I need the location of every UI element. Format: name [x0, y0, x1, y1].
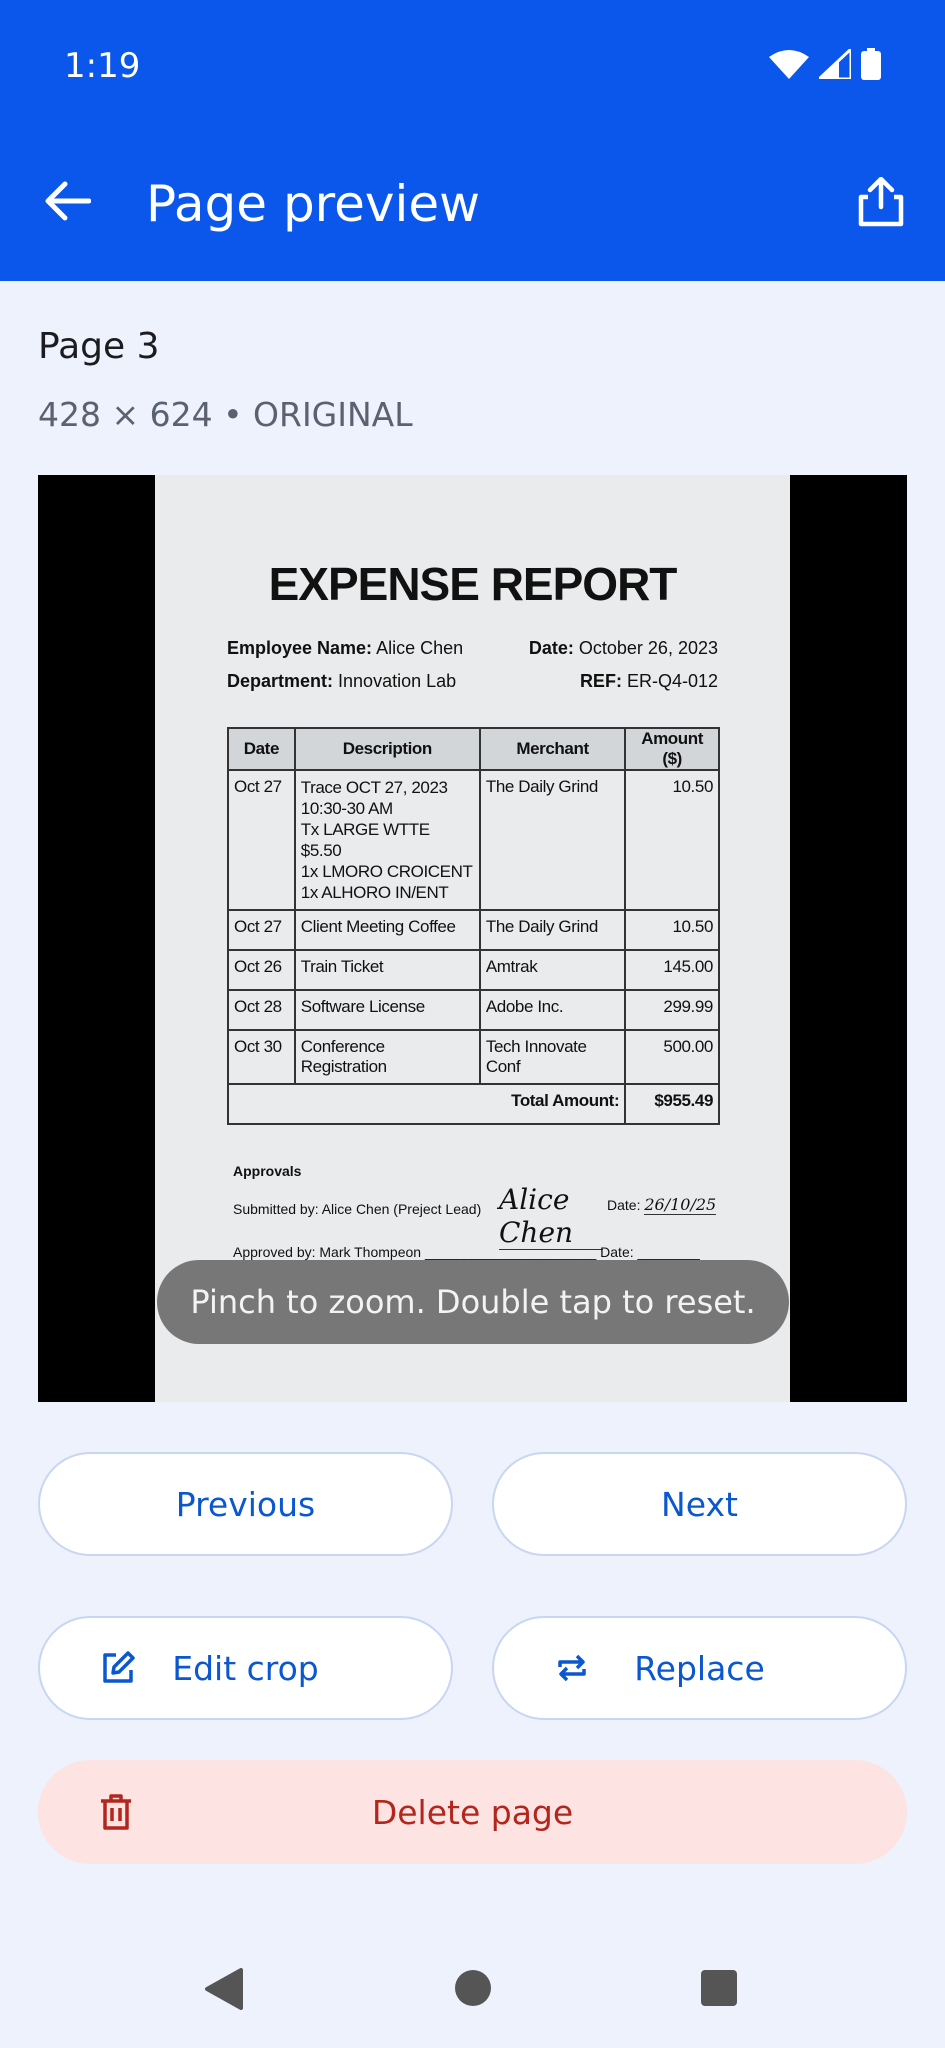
arrow-left-icon — [45, 181, 91, 221]
doc-ref: REF: ER-Q4-012 — [579, 671, 718, 691]
cell-merchant: Adobe Inc. — [478, 989, 627, 1031]
cell-date: Oct 30 — [227, 1029, 296, 1085]
table-header: Date — [227, 727, 296, 771]
table-header: Amount ($) — [624, 727, 720, 771]
cell-amount: 10.50 — [624, 769, 720, 911]
table-header-row: Date Description Merchant Amount ($) — [227, 727, 720, 771]
cell-description: Software License — [293, 989, 481, 1031]
share-button[interactable] — [851, 172, 911, 232]
next-button[interactable]: Next — [492, 1452, 907, 1556]
cell-merchant: The Daily Grind — [478, 769, 627, 911]
back-triangle-icon[interactable] — [203, 1968, 243, 2010]
cell-date: Oct 27 — [227, 769, 296, 911]
cell-amount: 500.00 — [624, 1029, 720, 1085]
home-circle-icon[interactable] — [453, 1968, 493, 2008]
table-row: Oct 27 Client Meeting Coffee The Daily G… — [227, 909, 720, 951]
table-row: Oct 27 Trace OCT 27, 2023 10:30-30 AM Tx… — [227, 769, 720, 911]
edit-icon — [98, 1648, 138, 1688]
next-label: Next — [661, 1484, 738, 1524]
doc-title: EXPENSE REPORT — [268, 558, 678, 610]
signal-icon — [819, 49, 851, 79]
status-time: 1:19 — [64, 46, 141, 86]
table-row: Oct 30 Conference Registration Tech Inno… — [227, 1029, 720, 1085]
page-title-appbar: Page preview — [146, 175, 481, 233]
delete-page-label: Delete page — [371, 1792, 574, 1832]
page-number-title: Page 3 — [38, 326, 160, 367]
table-row: Oct 28 Software License Adobe Inc. 299.9… — [227, 989, 720, 1031]
cell-merchant: The Daily Grind — [478, 909, 627, 951]
repeat-icon — [552, 1648, 592, 1688]
cell-description: Client Meeting Coffee — [293, 909, 481, 951]
doc-employee: Employee Name: Alice Chen — [227, 638, 464, 658]
submitted-by: Submitted by: Alice Chen (Preject Lead) — [233, 1201, 482, 1217]
table-header: Merchant — [478, 727, 627, 771]
approvals-heading: Approvals — [233, 1163, 302, 1179]
cell-amount: 10.50 — [624, 909, 720, 951]
back-button[interactable] — [38, 172, 96, 230]
delete-page-button[interactable]: Delete page — [38, 1760, 907, 1864]
edit-crop-label: Edit crop — [172, 1648, 319, 1688]
wifi-icon — [769, 50, 809, 79]
cell-date: Oct 28 — [227, 989, 296, 1031]
signature: Alice Chen — [499, 1183, 603, 1250]
doc-date: Date: October 26, 2023 — [528, 638, 718, 658]
zoom-hint-toast: Pinch to zoom. Double tap to reset. — [157, 1260, 789, 1344]
battery-icon — [861, 48, 881, 80]
expense-table: Date Description Merchant Amount ($) Oct… — [226, 727, 720, 1125]
table-row: Oct 26 Train Ticket Amtrak 145.00 — [227, 949, 720, 991]
cell-date: Oct 27 — [227, 909, 296, 951]
doc-department: Department: Innovation Lab — [227, 671, 457, 691]
cell-description: Trace OCT 27, 2023 10:30-30 AM Tx LARGE … — [293, 769, 481, 911]
table-header: Description — [293, 727, 481, 771]
table-total-row: Total Amount: $955.49 — [226, 1083, 720, 1125]
previous-label: Previous — [175, 1484, 316, 1524]
replace-button[interactable]: Replace — [492, 1616, 907, 1720]
cell-date: Oct 26 — [227, 949, 296, 991]
system-nav-bar — [0, 1930, 945, 2048]
recents-square-icon[interactable] — [700, 1969, 738, 2007]
cell-description: Conference Registration — [293, 1029, 481, 1085]
app-bar: 1:19 Page preview — [0, 0, 945, 281]
total-label: Total Amount: — [226, 1083, 627, 1125]
trash-icon — [96, 1792, 136, 1832]
cell-amount: 299.99 — [624, 989, 720, 1031]
cell-amount: 145.00 — [624, 949, 720, 991]
share-icon — [858, 177, 904, 227]
cell-description: Train Ticket — [293, 949, 481, 991]
edit-crop-button[interactable]: Edit crop — [38, 1616, 453, 1720]
submitted-date: Date: 26/10/25 — [607, 1195, 717, 1215]
status-icons — [769, 48, 881, 80]
page-meta: 428 × 624 • ORIGINAL — [38, 395, 413, 434]
previous-button[interactable]: Previous — [38, 1452, 453, 1556]
cell-merchant: Amtrak — [478, 949, 627, 991]
approved-by: Approved by: Mark Thompeon _____________… — [233, 1244, 700, 1260]
replace-label: Replace — [634, 1648, 765, 1688]
total-value: $955.49 — [624, 1083, 720, 1125]
cell-merchant: Tech Innovate Conf — [478, 1029, 627, 1085]
